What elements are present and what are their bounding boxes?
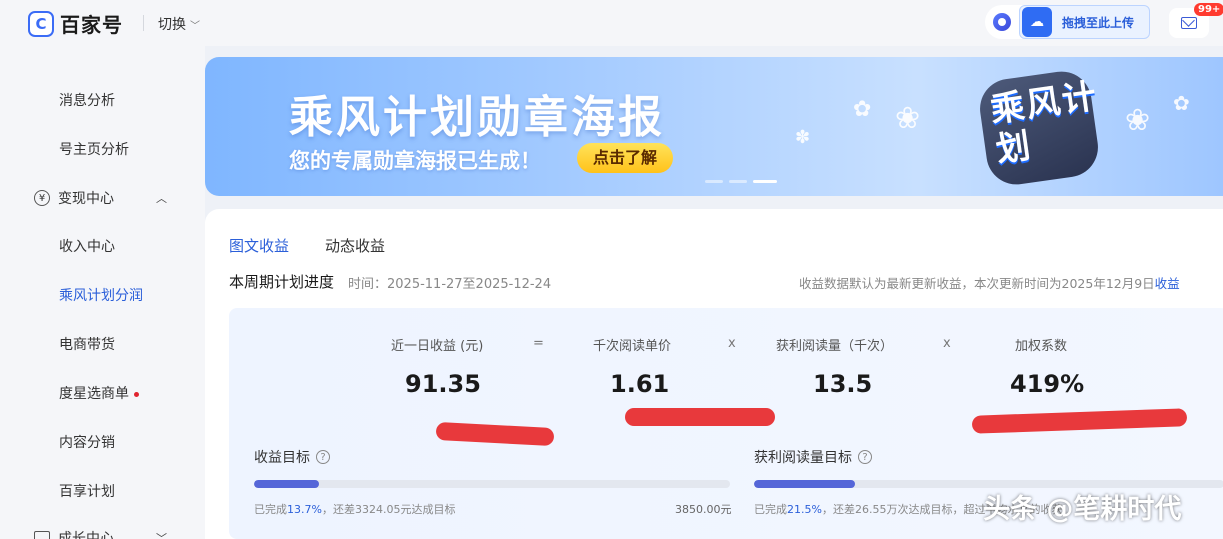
- banner-cta-button[interactable]: 点击了解: [577, 143, 674, 173]
- help-icon[interactable]: ?: [316, 450, 330, 464]
- chevron-down-icon[interactable]: ﹀: [156, 530, 167, 539]
- logo[interactable]: C 百家号: [28, 9, 123, 38]
- redaction-mark: [625, 408, 775, 426]
- goal-label-text: 获利阅读量目标: [754, 450, 852, 466]
- progress-fill: [754, 480, 856, 488]
- sidebar-item-duxing-orders[interactable]: 度星选商单: [59, 383, 139, 403]
- logo-text: 百家号: [60, 13, 123, 37]
- badge-text: 乘风计划: [987, 76, 1101, 171]
- dandelion-icon: ❀: [1125, 103, 1151, 138]
- promo-banner[interactable]: ✿ ❀ ✽ ❀ ✿ 乘风计划勋章海报 您的专属勋章海报已生成！ 点击了解 乘风计…: [205, 57, 1223, 196]
- period-time: 时间：2025-11-27至2025-12-24: [348, 277, 552, 292]
- multiply-operator: x: [943, 336, 951, 351]
- goal-prefix: 已完成: [754, 503, 787, 516]
- dandelion-icon: ✿: [1173, 91, 1190, 115]
- carousel-dot[interactable]: [729, 180, 747, 183]
- dandelion-icon: ✿: [853, 97, 872, 122]
- dandelion-icon: ✽: [795, 127, 811, 148]
- metric-label-cpm: 千次阅读单价: [593, 339, 672, 354]
- tab-article-earnings[interactable]: 图文收益: [229, 235, 289, 256]
- divider: [143, 15, 144, 31]
- redaction-mark: [971, 408, 1188, 434]
- chengfeng-badge-logo: 乘风计划: [975, 67, 1105, 189]
- watermark: 头条 @笔耕时代: [983, 494, 1182, 525]
- metric-label-paid-reads: 获利阅读量（千次）: [776, 339, 894, 354]
- metric-value-paid-reads: 13.5: [813, 370, 873, 398]
- earnings-link[interactable]: 收益: [1155, 276, 1180, 291]
- switch-label: 切换: [158, 17, 186, 33]
- income-goal-label: 收益目标 ?: [254, 447, 330, 467]
- metric-value-daily-income: 91.35: [405, 370, 481, 398]
- upload-label: 拖拽至此上传: [1062, 15, 1135, 30]
- progress-fill: [254, 480, 320, 488]
- sidebar-group-monetization[interactable]: ¥ 变现中心: [34, 188, 114, 208]
- carousel-dots: [705, 180, 777, 183]
- drag-upload-button[interactable]: ☁ 拖拽至此上传: [1019, 5, 1150, 39]
- goal-suffix: ，还差3324.05元达成目标: [321, 503, 456, 516]
- income-goal-progress: [254, 480, 730, 488]
- redaction-mark: [435, 421, 555, 447]
- metric-label-weight: 加权系数: [1015, 339, 1068, 354]
- sidebar-item-message-analysis[interactable]: 消息分析: [59, 90, 115, 110]
- update-note-text: 收益数据默认为最新更新收益，本次更新时间为2025年12月9日: [799, 276, 1155, 291]
- yen-icon: ¥: [34, 190, 50, 206]
- banner-subtitle: 您的专属勋章海报已生成！: [289, 149, 541, 173]
- help-icon[interactable]: ?: [858, 450, 872, 464]
- goal-label-text: 收益目标: [254, 450, 310, 466]
- goal-prefix: 已完成: [254, 503, 287, 516]
- dandelion-icon: ❀: [895, 101, 921, 136]
- multiply-operator: x: [728, 336, 736, 351]
- carousel-dot-active[interactable]: [753, 180, 777, 183]
- sidebar-group-growth[interactable]: 成长中心: [34, 528, 114, 539]
- sidebar-item-income-center[interactable]: 收入中心: [59, 236, 115, 256]
- banner-title: 乘风计划勋章海报: [289, 92, 665, 143]
- sidebar-item-homepage-analysis[interactable]: 号主页分析: [59, 139, 129, 159]
- carousel-dot[interactable]: [705, 180, 723, 183]
- top-bar: C 百家号 切换 ﹀ ☁ 拖拽至此上传 99+: [0, 0, 1223, 46]
- reads-goal-label: 获利阅读量目标 ?: [754, 447, 872, 467]
- period-title: 本周期计划进度: [229, 273, 335, 291]
- tab-dynamic-earnings[interactable]: 动态收益: [325, 235, 385, 256]
- goal-percent: 13.7%: [287, 503, 322, 516]
- cloud-upload-icon: ☁: [1022, 7, 1052, 37]
- income-goal-text: 已完成13.7%，还差3324.05元达成目标: [254, 501, 455, 517]
- mail-badge: 99+: [1194, 3, 1223, 16]
- book-icon: [34, 531, 50, 539]
- mail-icon: [1181, 17, 1197, 29]
- switch-account-button[interactable]: 切换 ﹀: [158, 14, 200, 34]
- sidebar-item-baixiang-plan[interactable]: 百享计划: [59, 481, 115, 501]
- chevron-down-icon: ﹀: [190, 20, 200, 32]
- update-note: 收益数据默认为最新更新收益，本次更新时间为2025年12月9日收益: [799, 273, 1180, 292]
- sidebar-item-chengfeng-share[interactable]: 乘风计划分润: [59, 285, 143, 305]
- sidebar-item-label: 度星选商单: [59, 386, 129, 402]
- upload-area[interactable]: ☁ 拖拽至此上传: [985, 5, 1150, 39]
- sidebar-item-ecommerce[interactable]: 电商带货: [59, 334, 115, 354]
- notification-dot: [134, 391, 139, 397]
- sidebar: 消息分析 号主页分析 ¥ 变现中心 ︿ 收入中心 乘风计划分润 电商带货 度星选…: [0, 46, 205, 539]
- assistant-ring-icon[interactable]: [993, 13, 1011, 31]
- goal-percent: 21.5%: [787, 503, 822, 516]
- logo-icon: C: [28, 10, 54, 37]
- sidebar-group-label: 成长中心: [58, 531, 114, 539]
- chevron-up-icon[interactable]: ︿: [156, 190, 167, 206]
- metric-value-weight: 419%: [1010, 370, 1085, 398]
- equals-operator: =: [533, 336, 544, 351]
- sidebar-item-distribution[interactable]: 内容分销: [59, 432, 115, 452]
- income-goal-total: 3850.00元: [675, 503, 732, 516]
- metric-value-cpm: 1.61: [610, 370, 670, 398]
- sidebar-group-label: 变现中心: [58, 191, 114, 207]
- metric-label-daily-income: 近一日收益 (元): [391, 339, 484, 354]
